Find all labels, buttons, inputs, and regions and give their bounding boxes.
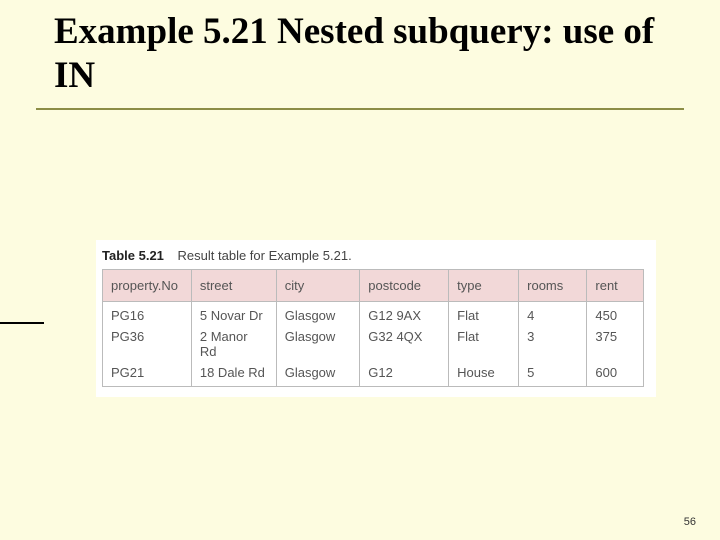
caption-label: Table 5.21 <box>102 248 164 263</box>
table-header-row: property.No street city postcode type ro… <box>103 270 644 302</box>
col-street: street <box>191 270 276 302</box>
cell-city: Glasgow <box>276 362 360 387</box>
caption-text: Result table for Example 5.21. <box>178 248 352 263</box>
cell-city: Glasgow <box>276 326 360 362</box>
cell-street: 18 Dale Rd <box>191 362 276 387</box>
cell-street: 2 Manor Rd <box>191 326 276 362</box>
table-caption: Table 5.21 Result table for Example 5.21… <box>96 246 656 269</box>
decorative-left-line <box>0 322 44 324</box>
table-row: PG36 2 Manor Rd Glasgow G32 4QX Flat 3 3… <box>103 326 644 362</box>
cell-propertyNo: PG21 <box>103 362 192 387</box>
cell-city: Glasgow <box>276 302 360 327</box>
cell-rent: 450 <box>587 302 644 327</box>
cell-rent: 375 <box>587 326 644 362</box>
page-number: 56 <box>684 516 696 528</box>
result-table: property.No street city postcode type ro… <box>102 269 644 387</box>
col-rooms: rooms <box>519 270 587 302</box>
cell-rent: 600 <box>587 362 644 387</box>
table-row: PG16 5 Novar Dr Glasgow G12 9AX Flat 4 4… <box>103 302 644 327</box>
title-underline <box>36 108 684 110</box>
cell-postcode: G12 <box>360 362 449 387</box>
cell-postcode: G12 9AX <box>360 302 449 327</box>
cell-rooms: 4 <box>519 302 587 327</box>
col-type: type <box>449 270 519 302</box>
cell-postcode: G32 4QX <box>360 326 449 362</box>
cell-type: Flat <box>449 326 519 362</box>
table-row: PG21 18 Dale Rd Glasgow G12 House 5 600 <box>103 362 644 387</box>
slide: Example 5.21 Nested subquery: use of IN … <box>0 0 720 540</box>
cell-propertyNo: PG16 <box>103 302 192 327</box>
col-postcode: postcode <box>360 270 449 302</box>
col-propertyNo: property.No <box>103 270 192 302</box>
cell-rooms: 5 <box>519 362 587 387</box>
col-rent: rent <box>587 270 644 302</box>
cell-type: House <box>449 362 519 387</box>
cell-type: Flat <box>449 302 519 327</box>
col-city: city <box>276 270 360 302</box>
cell-propertyNo: PG36 <box>103 326 192 362</box>
cell-street: 5 Novar Dr <box>191 302 276 327</box>
content-area: Table 5.21 Result table for Example 5.21… <box>96 240 656 397</box>
cell-rooms: 3 <box>519 326 587 362</box>
slide-title: Example 5.21 Nested subquery: use of IN <box>54 10 684 97</box>
